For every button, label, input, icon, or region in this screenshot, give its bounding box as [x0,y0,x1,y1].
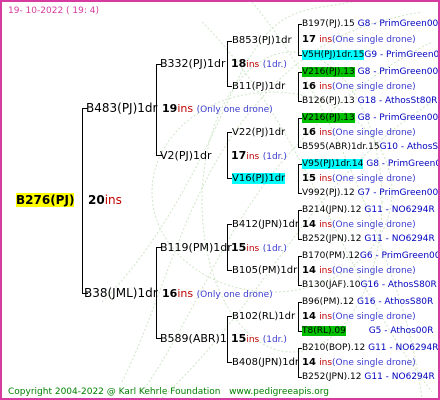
gen3-ins-4: 15 ins(One single drone) [302,173,416,184]
gen3-node-2[interactable]: B11(PJ)1dr [232,81,285,93]
gen4-node-10[interactable]: B252(JPN).12 G11 - NO6294R [302,233,435,245]
gen2-node-1[interactable]: B332(PJ)1dr [160,58,226,70]
gen4-node-5[interactable]: V216(PJ).13 G8 - PrimGreen00 [302,112,438,124]
gen2-ins-2: 17ins (1dr.) [231,149,287,163]
gen2-node-4[interactable]: B589(ABR)1 [160,333,227,345]
gen1-node-a[interactable]: B483(PJ)1dr [86,102,157,114]
gen4-node-1[interactable]: B197(PJ).15 G8 - PrimGreen00 [302,18,438,30]
gen3-ins-5: 14 ins(One single drone) [302,219,416,230]
gen4-node-15[interactable]: B210(BOP).12 G11 - NO6294R [302,342,438,354]
gen2-ins-1: 18ins (1dr.) [231,57,287,71]
root-ins: 20ins [88,193,122,207]
gen4-node-13[interactable]: B96(PM).12 G16 - AthosS80R [302,296,433,308]
gen2-ins-3: 15ins (1dr.) [231,241,287,255]
gen3-node-5[interactable]: B412(JPN)1dr [232,219,299,231]
gen4-node-11[interactable]: B170(PM).12G6 - PrimGreen00 [302,250,438,262]
gen4-node-4[interactable]: B126(PJ).13 G18 - AthosSt80R [302,95,437,107]
connector-gen2-gen3-1 [227,41,228,87]
footer-copyright: Copyright 2004-2022 @ Karl Kehrle Founda… [8,387,329,397]
gen3-node-6[interactable]: B105(PM)1dr [232,265,297,277]
gen3-node-4[interactable]: V16(PJ)1dr [232,173,286,185]
gen4-node-16[interactable]: B252(JPN).12 G11 - NO6294R [302,371,435,383]
gen3-node-3[interactable]: V22(PJ)1dr [232,127,285,139]
gen3-ins-6: 14 ins(One single drone) [302,265,416,276]
gen1-ins-b: 16ins (Only one drone) [162,287,273,301]
connector-gen2-gen3-2 [227,132,228,179]
gen3-node-1[interactable]: B853(PJ)1dr [232,35,292,47]
gen1-ins-a: 19ins (Only one drone) [162,102,273,116]
footer-site-link[interactable]: www.pedigreeapis.org [229,387,329,397]
connector-gen2-gen3-4 [227,316,228,363]
gen4-node-3[interactable]: V216(PJ).13 G8 - PrimGreen00 [302,66,438,78]
gen2-node-2[interactable]: V2(PJ)1dr [160,150,212,162]
gen3-node-7[interactable]: B102(RL)1dr [232,311,295,323]
connector-root-gen1 [82,108,83,294]
gen4-node-2[interactable]: V5H(PJ)1dr.15G9 - PrimGreen00 [302,49,438,61]
gen4-node-12[interactable]: B130(JAF).10G16 - AthosS80R [302,279,437,291]
gen4-node-8[interactable]: V992(PJ).12 G7 - PrimGreen00 [302,187,438,199]
gen1-node-b[interactable]: B38(JML)1dr [84,287,158,299]
gen2-ins-4: 15ins (1dr.) [231,332,287,346]
gen4-node-6[interactable]: B595(ABR)1dr.15G10 - AthosS80R [302,141,438,153]
gen2-node-3[interactable]: B119(PM)1dr [160,242,232,254]
gen3-ins-8: 14 ins(One single drone) [302,357,416,368]
root-node[interactable]: B276(PJ) [16,193,75,207]
gen4-node-9[interactable]: B214(JPN).12 G11 - NO6294R [302,204,435,216]
gen3-ins-1: 17 ins(One single drone) [302,34,416,45]
gen4-node-14[interactable]: T8(RL).09 G5 - Athos00R [302,325,434,337]
pedigree-chart: 19- 10-2022 ( 19: 4) B276(PJ) 20ins B483… [0,0,440,400]
gen3-ins-2: 16 ins(One single drone) [302,81,416,92]
gen3-node-8[interactable]: B408(JPN)1dr [232,357,299,369]
root-id: B276(PJ) [16,193,75,207]
header-date: 19- 10-2022 ( 19: 4) [8,6,99,16]
gen4-node-7[interactable]: V95(PJ)1dr.14 G8 - PrimGreen00 [302,158,438,170]
gen3-ins-3: 16 ins(One single drone) [302,127,416,138]
gen3-ins-7: 14 ins(One single drone) [302,311,416,322]
